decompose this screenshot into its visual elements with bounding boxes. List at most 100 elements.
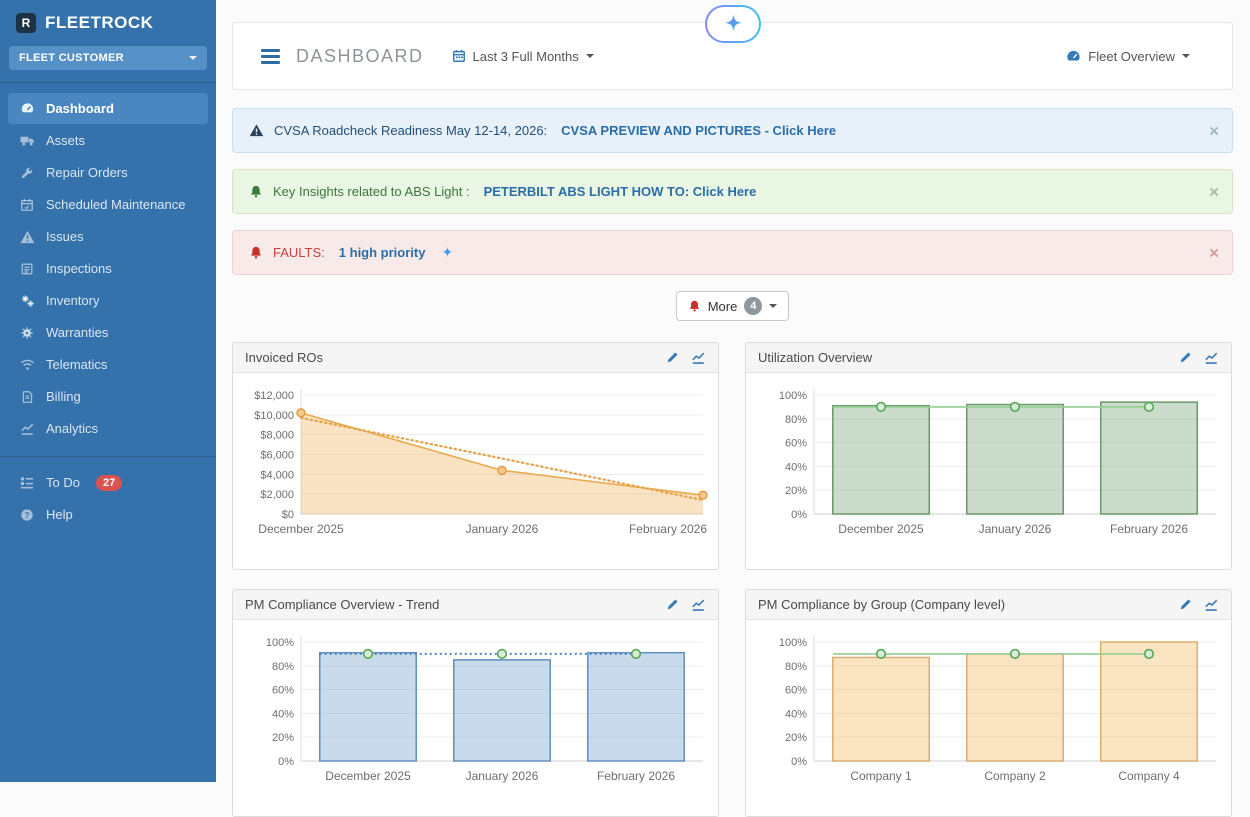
svg-text:$4,000: $4,000 — [260, 469, 294, 481]
widget-utilization-overview: Utilization Overview 0%20%40%60%80%100%D… — [745, 342, 1232, 570]
calendar-icon — [18, 198, 36, 212]
sidebar-item-analytics[interactable]: Analytics — [8, 413, 208, 444]
bell-icon — [249, 245, 263, 260]
wifi-icon — [18, 358, 36, 371]
svg-text:20%: 20% — [785, 732, 807, 744]
sidebar-item-help[interactable]: ?Help — [8, 499, 208, 530]
sidebar-item-issues[interactable]: Issues — [8, 221, 208, 252]
svg-text:January 2026: January 2026 — [466, 522, 539, 536]
dismiss-alert-button[interactable]: × — [1209, 122, 1219, 139]
svg-text:60%: 60% — [785, 685, 807, 697]
caret-down-icon — [1182, 54, 1190, 58]
chart-type-button[interactable] — [1204, 351, 1219, 365]
alert-key-insights: Key Insights related to ABS Light : PETE… — [232, 169, 1233, 214]
chart-type-button[interactable] — [691, 351, 706, 365]
chart-line-icon — [18, 422, 36, 436]
svg-text:100%: 100% — [779, 390, 807, 402]
sidebar-item-billing[interactable]: Billing — [8, 381, 208, 412]
svg-text:80%: 80% — [785, 414, 807, 426]
svg-text:$2,000: $2,000 — [260, 489, 294, 501]
svg-text:60%: 60% — [785, 438, 807, 450]
menu-toggle-button[interactable] — [261, 47, 280, 66]
svg-text:80%: 80% — [272, 661, 294, 673]
fleetrock-logo: R FLEETROCK — [0, 0, 216, 44]
main-content: DASHBOARD Last 3 Full Months — [216, 0, 1250, 817]
chart-type-button[interactable] — [691, 598, 706, 612]
edit-widget-button[interactable] — [666, 351, 679, 364]
sidebar-nav: Dashboard Assets Repair Orders Scheduled Ma… — [0, 93, 216, 444]
widget-title: Invoiced ROs — [245, 350, 323, 365]
svg-text:February 2026: February 2026 — [1110, 522, 1188, 536]
svg-text:0%: 0% — [791, 756, 807, 768]
svg-text:40%: 40% — [785, 708, 807, 720]
sidebar-item-label: Scheduled Maintenance — [46, 197, 186, 212]
svg-text:Company 2: Company 2 — [984, 769, 1046, 783]
more-label: More — [708, 299, 738, 314]
svg-text:February 2026: February 2026 — [629, 522, 707, 536]
question-icon: ? — [18, 508, 36, 522]
widget-title: PM Compliance Overview - Trend — [245, 597, 439, 612]
date-range-selector[interactable]: Last 3 Full Months — [452, 49, 594, 64]
date-range-label: Last 3 Full Months — [473, 49, 579, 64]
svg-text:$6,000: $6,000 — [260, 450, 294, 462]
svg-text:40%: 40% — [785, 461, 807, 473]
svg-text:80%: 80% — [785, 661, 807, 673]
edit-widget-button[interactable] — [666, 598, 679, 611]
sidebar-item-inventory[interactable]: Inventory — [8, 285, 208, 316]
sidebar-item-repair-orders[interactable]: Repair Orders — [8, 157, 208, 188]
more-alerts-button[interactable]: More 4 — [676, 291, 790, 321]
svg-text:0%: 0% — [278, 756, 294, 768]
fleet-scope-selector[interactable]: Fleet Overview — [1066, 49, 1190, 64]
sidebar-item-label: Repair Orders — [46, 165, 128, 180]
widget-grid: Invoiced ROs $0$2,000$4,000$6,000$8,000$… — [232, 342, 1233, 817]
sidebar-item-dashboard[interactable]: Dashboard — [8, 93, 208, 124]
sidebar-item-inspections[interactable]: Inspections — [8, 253, 208, 284]
ai-assistant-button[interactable] — [705, 5, 761, 43]
sidebar-item-label: Analytics — [46, 421, 98, 436]
chart-type-button[interactable] — [1204, 598, 1219, 612]
dismiss-alert-button[interactable]: × — [1209, 183, 1219, 200]
sidebar-item-label: Inspections — [46, 261, 112, 276]
caret-down-icon — [586, 54, 594, 58]
alert-faults: FAULTS: 1 high priority ✦ × — [232, 230, 1233, 275]
alert-text: Key Insights related to ABS Light : — [273, 184, 470, 199]
truck-icon — [18, 134, 36, 147]
chart-canvas: $0$2,000$4,000$6,000$8,000$10,000$12,000… — [243, 379, 708, 564]
svg-text:December 2025: December 2025 — [258, 522, 344, 536]
logo-mark-icon: R — [16, 13, 36, 33]
sidebar-item-to-do[interactable]: To Do27 — [8, 467, 208, 498]
edit-widget-button[interactable] — [1179, 598, 1192, 611]
svg-text:January 2026: January 2026 — [979, 522, 1052, 536]
sidebar-item-telematics[interactable]: Telematics — [8, 349, 208, 380]
widget-pm-compliance-group: PM Compliance by Group (Company level) 0… — [745, 589, 1232, 817]
dismiss-alert-button[interactable]: × — [1209, 244, 1219, 261]
svg-text:100%: 100% — [779, 637, 807, 649]
more-row: More 4 — [232, 291, 1233, 321]
alert-link[interactable]: 1 high priority — [339, 245, 426, 260]
sidebar-item-scheduled-maintenance[interactable]: Scheduled Maintenance — [8, 189, 208, 220]
gauge-icon — [1066, 49, 1081, 64]
alert-cvsa-roadcheck: CVSA Roadcheck Readiness May 12-14, 2026… — [232, 108, 1233, 153]
edit-widget-button[interactable] — [1179, 351, 1192, 364]
sidebar-item-label: Assets — [46, 133, 85, 148]
alert-text: FAULTS: — [273, 245, 325, 260]
sidebar-item-label: Billing — [46, 389, 81, 404]
sidebar-item-warranties[interactable]: Warranties — [8, 317, 208, 348]
svg-text:$12,000: $12,000 — [254, 390, 294, 402]
sidebar-item-label: Warranties — [46, 325, 108, 340]
widget-invoiced-ros: Invoiced ROs $0$2,000$4,000$6,000$8,000$… — [232, 342, 719, 570]
svg-text:0%: 0% — [791, 509, 807, 521]
customer-selector[interactable]: FLEET CUSTOMER — [9, 46, 207, 70]
bell-icon — [249, 184, 263, 199]
sidebar-item-assets[interactable]: Assets — [8, 125, 208, 156]
bell-icon — [688, 299, 701, 313]
alert-link[interactable]: CVSA PREVIEW AND PICTURES - Click Here — [561, 123, 836, 138]
chart-canvas: 0%20%40%60%80%100%December 2025January 2… — [756, 379, 1221, 564]
chart-canvas: 0%20%40%60%80%100%Company 1Company 2Comp… — [756, 626, 1221, 811]
svg-text:$10,000: $10,000 — [254, 410, 294, 422]
svg-text:Company 4: Company 4 — [1118, 769, 1180, 783]
alert-link[interactable]: PETERBILT ABS LIGHT HOW TO: Click Here — [484, 184, 757, 199]
sparkle-icon — [723, 14, 744, 35]
svg-text:December 2025: December 2025 — [325, 769, 411, 783]
svg-text:?: ? — [25, 510, 30, 519]
